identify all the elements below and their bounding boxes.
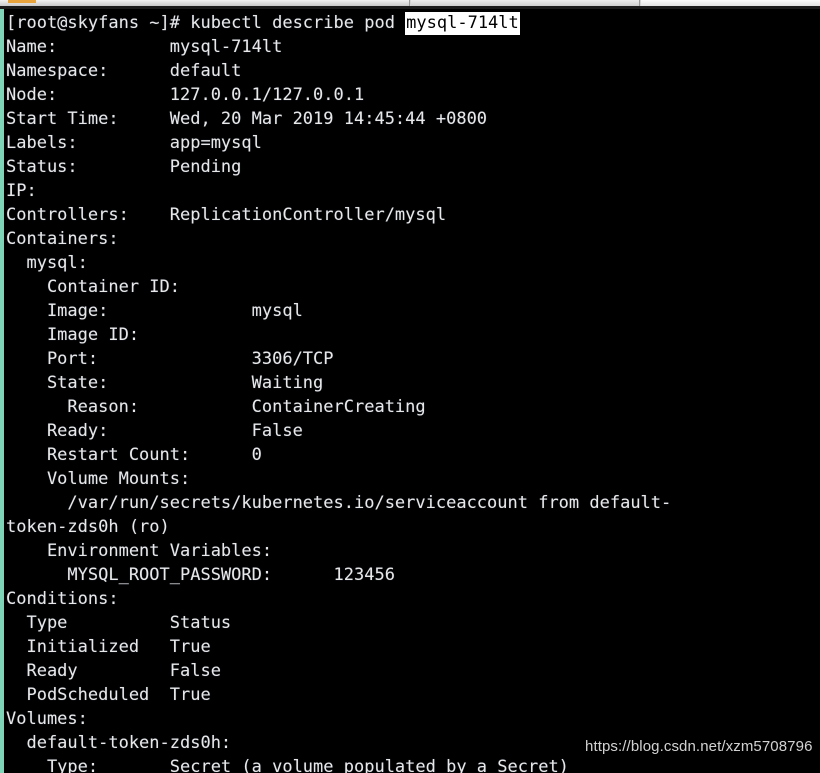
output-line: Node: 127.0.0.1/127.0.0.1 xyxy=(6,85,365,105)
output-line: Image: mysql xyxy=(6,301,303,321)
output-line: Start Time: Wed, 20 Mar 2019 14:45:44 +0… xyxy=(6,109,488,129)
window-chrome-shadow xyxy=(0,6,820,9)
output-line: Volume Mounts: xyxy=(6,469,191,489)
output-line: mysql: xyxy=(6,253,88,273)
terminal-screen[interactable]: [root@skyfans ~]# kubectl describe pod m… xyxy=(0,9,820,773)
output-line: Type: Secret (a volume populated by a Se… xyxy=(6,757,569,773)
selected-pod-argument[interactable]: mysql-714lt xyxy=(405,12,520,35)
output-line: Controllers: ReplicationController/mysql xyxy=(6,205,447,225)
output-line: IP: xyxy=(6,181,37,201)
output-line: Port: 3306/TCP xyxy=(6,349,334,369)
output-line: token-zds0h (ro) xyxy=(6,517,170,537)
command-prompt-line[interactable]: [root@skyfans ~]# kubectl describe pod m… xyxy=(6,11,671,35)
tab-accent-indicator xyxy=(8,0,36,3)
output-line: Name: mysql-714lt xyxy=(6,37,283,57)
output-line: Initialized True xyxy=(6,637,211,657)
output-line: Namespace: default xyxy=(6,61,242,81)
output-line: Environment Variables: xyxy=(6,541,273,561)
output-line: Container ID: xyxy=(6,277,180,297)
output-line: Ready: False xyxy=(6,421,303,441)
output-line: Ready False xyxy=(6,661,221,681)
output-line: Labels: app=mysql xyxy=(6,133,262,153)
output-line: Restart Count: 0 xyxy=(6,445,262,465)
output-line: /var/run/secrets/kubernetes.io/serviceac… xyxy=(6,493,672,513)
output-line: Containers: xyxy=(6,229,119,249)
prompt-text: [root@skyfans ~]# kubectl describe pod xyxy=(6,13,406,33)
terminal-output[interactable]: [root@skyfans ~]# kubectl describe pod m… xyxy=(4,9,671,773)
output-line: State: Waiting xyxy=(6,373,324,393)
output-line: Volumes: xyxy=(6,709,88,729)
output-line: Conditions: xyxy=(6,589,119,609)
output-line: Image ID: xyxy=(6,325,140,345)
output-line: PodScheduled True xyxy=(6,685,211,705)
output-line: MYSQL_ROOT_PASSWORD: 123456 xyxy=(6,565,395,585)
terminal-window: [root@skyfans ~]# kubectl describe pod m… xyxy=(0,0,820,773)
output-line: default-token-zds0h: xyxy=(6,733,232,753)
output-line: Status: Pending xyxy=(6,157,242,177)
output-line: Reason: ContainerCreating xyxy=(6,397,426,417)
output-line: Type Status xyxy=(6,613,232,633)
